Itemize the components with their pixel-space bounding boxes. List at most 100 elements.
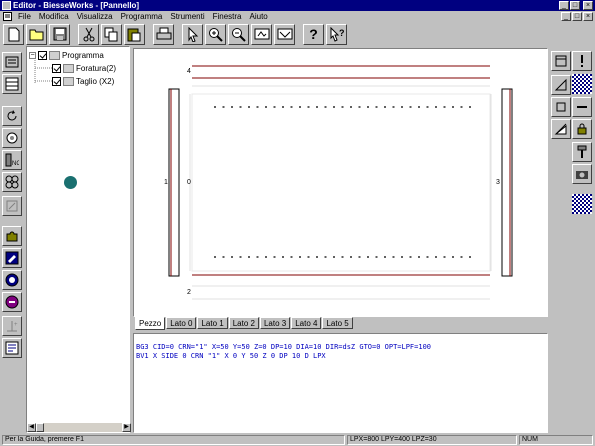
rotate-icon[interactable] [2, 106, 22, 126]
tool-library-icon[interactable]: NC [2, 150, 22, 170]
drill-hole [290, 256, 293, 258]
tree-child-row[interactable]: Foratura(2) [52, 63, 116, 74]
layer-icon[interactable] [2, 74, 22, 94]
drill-hole [333, 256, 335, 258]
zoom-out-icon[interactable] [228, 23, 249, 45]
drill-hole [231, 106, 233, 108]
zoom-in-icon[interactable] [205, 23, 226, 45]
app-icon[interactable] [2, 1, 11, 10]
scroll-thumb[interactable] [36, 423, 44, 432]
camera-icon[interactable] [572, 164, 592, 184]
open-file-icon[interactable] [26, 23, 47, 45]
cut-line-icon[interactable] [572, 97, 592, 117]
menu-finestra[interactable]: Finestra [209, 12, 246, 21]
report-icon[interactable] [2, 338, 22, 358]
menu-programma[interactable]: Programma [117, 12, 167, 21]
stack-top-icon[interactable] [551, 51, 571, 71]
tab-lato-5[interactable]: Lato 5 [322, 317, 353, 329]
tab-lato-3[interactable]: Lato 3 [259, 317, 291, 329]
drill-hole [239, 256, 242, 258]
drill-hole [222, 256, 225, 258]
drill-hole [290, 106, 293, 108]
pattern-fill-icon[interactable] [572, 74, 592, 94]
menu-aiuto[interactable]: Aiuto [246, 12, 272, 21]
zoom-fit-icon[interactable] [251, 23, 272, 45]
menu-strumenti[interactable]: Strumenti [166, 12, 208, 21]
square-edge-icon[interactable] [551, 97, 571, 117]
minimize-button[interactable]: _ [559, 1, 569, 10]
menu-modifica[interactable]: Modifica [35, 12, 73, 21]
edit-panel-icon[interactable] [2, 248, 22, 268]
tree-child-row[interactable]: Taglio (X2) [52, 76, 114, 87]
drill-hole [341, 106, 344, 108]
doc-minimize-button[interactable]: _ [561, 12, 571, 21]
panel-drawing [168, 65, 513, 300]
context-help-icon[interactable]: ? [326, 23, 347, 45]
side-label-4: 4 [187, 68, 191, 75]
program-tree-panel[interactable]: − Programma Foratura(2) Taglio (X2) ◀ ▶ [26, 46, 131, 433]
tab-lato-0[interactable]: Lato 0 [166, 317, 197, 329]
machine-setup-icon[interactable] [2, 172, 22, 192]
angled-cut-icon[interactable] [551, 119, 571, 139]
drill-hole [299, 106, 301, 108]
texture-icon[interactable] [572, 194, 592, 214]
status-coordinates: LPX=800 LPY=400 LPZ=30 [347, 435, 517, 445]
lock-icon[interactable] [572, 119, 592, 139]
doc-restore-button[interactable]: □ [572, 12, 582, 21]
panel-properties-icon[interactable] [2, 52, 22, 72]
warning-icon[interactable] [572, 51, 592, 71]
drill-settings-icon[interactable] [2, 128, 22, 148]
document-icon[interactable] [2, 12, 12, 21]
copy-icon[interactable] [101, 23, 122, 45]
tab-pezzo[interactable]: Pezzo [135, 317, 166, 330]
drill-hole [384, 106, 386, 108]
tree-checkbox[interactable] [38, 51, 47, 60]
drill-hole [214, 106, 216, 108]
tab-lato-2[interactable]: Lato 2 [228, 317, 259, 329]
zoom-previous-icon[interactable] [274, 23, 295, 45]
select-tool-icon[interactable] [182, 23, 203, 45]
left-toolbar: NC + [0, 46, 26, 426]
close-button[interactable]: × [583, 1, 593, 10]
drill-hole [299, 256, 301, 258]
simulate-icon[interactable] [2, 270, 22, 290]
status-message: Per la Guida, premere F1 [2, 435, 345, 445]
scroll-left-arrow-icon[interactable]: ◀ [27, 423, 36, 432]
tree-horizontal-scrollbar[interactable]: ◀ ▶ [27, 423, 131, 432]
new-file-icon[interactable] [3, 23, 24, 45]
drill-hole [460, 256, 463, 258]
tree-item-label: Programma [62, 51, 104, 60]
help-icon[interactable]: ? [303, 23, 324, 45]
cut-icon[interactable] [78, 23, 99, 45]
tab-lato-1[interactable]: Lato 1 [197, 317, 228, 329]
print-icon[interactable] [153, 23, 174, 45]
drill-hole [443, 256, 446, 258]
title-bar[interactable]: Editor - BiesseWorks - [Pannello] _ □ × [0, 0, 595, 11]
collapse-toggle[interactable]: − [29, 52, 36, 59]
drill-hole [273, 106, 276, 108]
scroll-right-arrow-icon[interactable]: ▶ [122, 423, 131, 432]
drill-hole [248, 256, 250, 258]
drill-hole [435, 256, 437, 258]
puzzle-icon[interactable] [2, 226, 22, 246]
drill-down-icon[interactable] [572, 142, 592, 162]
save-file-icon[interactable] [49, 23, 70, 45]
optimize-icon[interactable] [2, 292, 22, 312]
panel-drawing-canvas[interactable]: 4 1 0 3 2 [133, 48, 548, 317]
doc-close-button[interactable]: × [583, 12, 593, 21]
marker-dot [64, 176, 77, 189]
drill-hole [333, 106, 335, 108]
disabled-tool-icon[interactable] [2, 196, 22, 216]
measure-icon[interactable]: + [2, 316, 22, 336]
maximize-button[interactable]: □ [570, 1, 580, 10]
paste-icon[interactable] [124, 23, 145, 45]
tab-lato-4[interactable]: Lato 4 [291, 317, 322, 329]
drill-hole [460, 106, 463, 108]
menu-visualizza[interactable]: Visualizza [73, 12, 117, 21]
bevel-edge-icon[interactable] [551, 75, 571, 95]
drill-hole [418, 256, 420, 258]
side-tabs: Pezzo Lato 0 Lato 1 Lato 2 Lato 3 Lato 4… [133, 317, 548, 330]
program-code-editor[interactable]: BG3 CID=0 CRN="1" X=50 Y=50 Z=0 DP=10 DI… [133, 333, 548, 433]
drilling-icon [63, 64, 74, 73]
menu-file[interactable]: File [14, 12, 35, 21]
